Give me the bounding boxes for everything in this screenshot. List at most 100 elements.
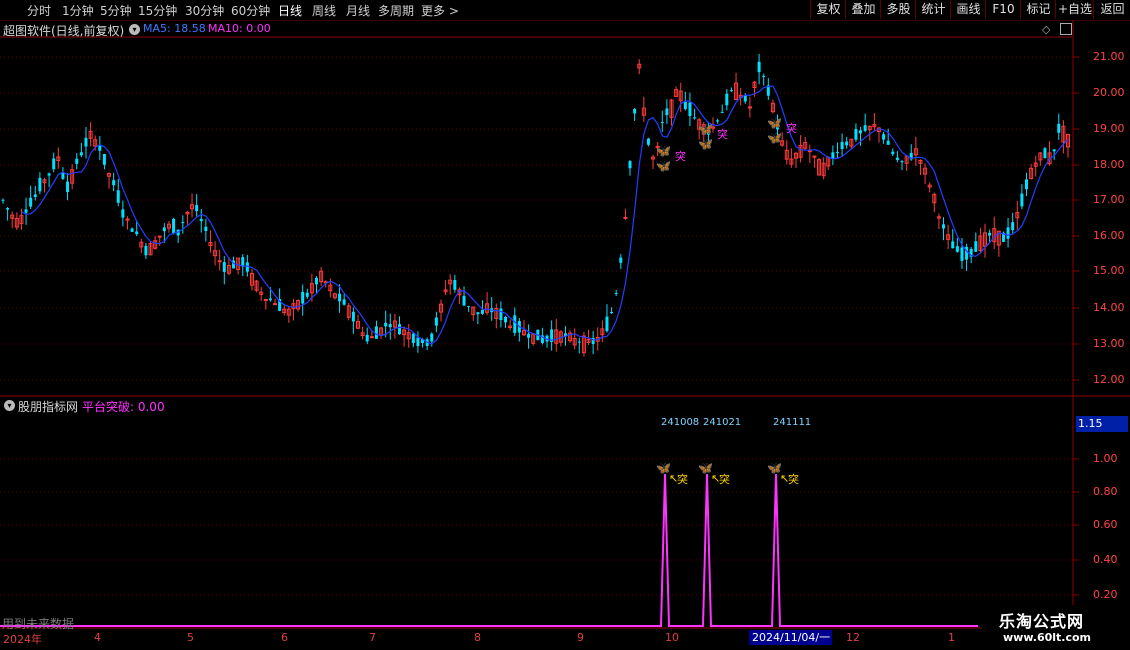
main-y-tick: 14.00: [1093, 301, 1125, 314]
candle-body-up: [273, 303, 278, 306]
candle-body-down: [577, 341, 581, 343]
main-y-tick: 13.00: [1093, 337, 1125, 350]
candle-body-down: [831, 152, 835, 159]
candle-body-down: [1, 199, 5, 201]
candle-body-down: [1011, 222, 1015, 231]
candle-body-down: [960, 247, 964, 261]
x-axis-label: 5: [187, 631, 194, 644]
candle-body-down: [430, 333, 434, 342]
sub-chart-title: 股朋指标网: [18, 400, 79, 414]
main-y-tick: 17.00: [1093, 193, 1125, 206]
diamond-icon[interactable]: ◇: [1042, 23, 1050, 36]
main-breakout-marker: 突: [786, 121, 797, 135]
signal-date-label: 241111: [773, 417, 812, 428]
candle-body-down: [84, 137, 88, 147]
candle-body-down: [135, 231, 139, 235]
candle-body-down: [863, 125, 867, 131]
candle-body-down: [955, 246, 959, 252]
candle-body-down: [338, 293, 342, 302]
candle-body-down: [222, 262, 226, 272]
candle-body-down: [840, 141, 844, 149]
candle-body-down: [453, 279, 457, 290]
candle-body-down: [895, 157, 899, 160]
candle-body-down: [162, 227, 166, 232]
candle-body-down: [130, 228, 134, 232]
candle-body-down: [462, 295, 466, 306]
panel-toggle-icon[interactable]: [1060, 23, 1072, 35]
candle-body-down: [942, 224, 946, 229]
candle-body-down: [900, 161, 904, 163]
main-y-tick: 12.00: [1093, 373, 1125, 386]
candle-body-down: [116, 190, 120, 203]
ma5-line: [21, 85, 1069, 345]
candle-body-down: [204, 226, 208, 232]
candle-body-down: [66, 181, 70, 193]
candle-body-down: [388, 324, 392, 328]
x-axis-label: 4: [94, 631, 101, 644]
candle-body-down: [882, 134, 886, 140]
candle-body-down: [480, 309, 484, 314]
candle-body-down: [845, 141, 849, 146]
candle-body-down: [1025, 179, 1029, 190]
candle-body-down: [351, 311, 355, 322]
candle-body-down: [729, 90, 733, 92]
candle-body-down: [29, 197, 33, 207]
main-chart-title: 超图软件(日线,前复权): [3, 24, 125, 38]
candle-body-down: [527, 333, 531, 338]
candle-body-down: [762, 75, 766, 77]
main-y-tick: 20.00: [1093, 86, 1125, 99]
candle-body-up: [263, 299, 268, 302]
candle-body-down: [1057, 123, 1061, 133]
main-y-tick: 18.00: [1093, 158, 1125, 171]
signal-date-label: 241021: [703, 417, 742, 428]
candle-body-down: [342, 299, 346, 305]
candle-body-up: [217, 260, 222, 263]
candle-body-up: [623, 216, 628, 219]
butterfly-yellow-icon: 🦋: [767, 116, 782, 130]
candle-body-down: [1052, 149, 1056, 152]
candle-body-down: [121, 209, 125, 218]
x-axis-label: 6: [281, 631, 288, 644]
main-y-tick: 16.00: [1093, 229, 1125, 242]
candle-body-down: [665, 108, 669, 116]
candle-body-down: [1020, 193, 1024, 207]
sub-settings-icon[interactable]: ▾: [4, 400, 15, 411]
sub-y-tick: 1.00: [1093, 452, 1118, 465]
candle-body-down: [384, 322, 388, 327]
candle-body-down: [33, 194, 37, 197]
candle-body-up: [369, 336, 374, 339]
x-axis-label: 12: [846, 631, 860, 644]
butterfly-yellow-icon: 🦋: [656, 144, 671, 158]
candle-body-down: [434, 317, 438, 326]
watermark-title: 乐淘公式网: [999, 612, 1085, 631]
candle-body-down: [199, 218, 203, 222]
main-breakout-marker: 突: [717, 127, 728, 141]
candle-body-up: [157, 235, 162, 238]
candle-body-down: [112, 180, 116, 186]
candle-body-down: [416, 337, 420, 347]
candle-body-up: [125, 218, 130, 221]
candle-body-down: [628, 161, 632, 169]
candle-body-down: [38, 177, 42, 192]
sub-y-tick: 0.80: [1093, 485, 1118, 498]
sub-breakout-marker: 突: [677, 472, 688, 486]
main-settings-icon[interactable]: ▾: [129, 24, 140, 35]
platform-breakout-value: 平台突破: 0.00: [82, 400, 165, 414]
candle-body-down: [195, 205, 199, 212]
sub-breakout-marker: 突: [719, 472, 730, 486]
candle-body-down: [688, 102, 692, 117]
candle-body-down: [891, 151, 895, 155]
sub-y-tick: 0.60: [1093, 518, 1118, 531]
future-data-note: 用到未来数据: [2, 617, 75, 631]
candle-body-down: [172, 218, 176, 234]
x-axis-label: 7: [369, 631, 376, 644]
butterfly-cyan-icon: 🦋: [656, 159, 671, 173]
candle-body-down: [476, 312, 480, 315]
candle-body-down: [1006, 227, 1010, 239]
candle-body-down: [951, 241, 955, 249]
candle-body-down: [633, 108, 637, 114]
candle-body-down: [365, 334, 369, 342]
sub-breakout-marker: 突: [788, 472, 799, 486]
candle-body-down: [683, 101, 687, 109]
chart-canvas[interactable]: 🦋🦋突🦋🦋突🦋🦋突🦋↖突🦋↖突🦋↖突: [0, 0, 1130, 650]
